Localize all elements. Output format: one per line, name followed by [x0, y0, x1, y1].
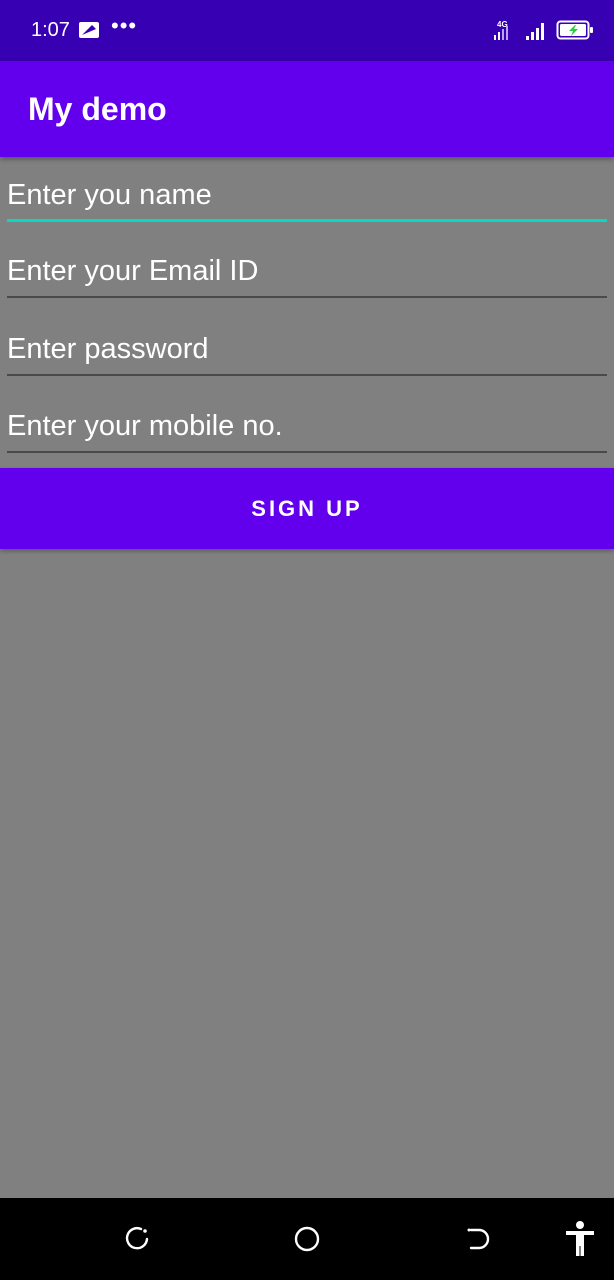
recents-icon: [125, 1227, 149, 1250]
home-button[interactable]: [288, 1220, 326, 1258]
app-bar: My demo: [0, 61, 614, 157]
email-input[interactable]: [7, 236, 607, 298]
accessibility-icon: [566, 1221, 594, 1256]
status-right-group: 4G: [492, 17, 594, 43]
navigation-bar: [0, 1198, 614, 1280]
status-bar: 1:07 ••• 4G: [0, 0, 614, 61]
page-title: My demo: [28, 91, 167, 127]
password-field: [7, 314, 607, 376]
back-button[interactable]: [458, 1220, 496, 1258]
app-screen: 1:07 ••• 4G My demo Enter you name Enter…: [0, 0, 614, 1280]
email-field-underline: [7, 296, 607, 298]
message-icon: [79, 22, 99, 38]
signal-bars-icon: [526, 23, 544, 40]
email-field: [7, 236, 607, 298]
more-notifications-icon: •••: [111, 13, 138, 38]
sign-up-button[interactable]: SIGN UP: [0, 468, 614, 549]
mobile-input[interactable]: [7, 391, 607, 453]
battery-charging-icon: [556, 20, 593, 40]
recents-button[interactable]: [118, 1220, 156, 1258]
accessibility-button[interactable]: [561, 1220, 599, 1258]
status-time: 1:07: [31, 19, 70, 41]
mobile-field: [7, 391, 607, 453]
name-field: [7, 160, 607, 222]
password-input[interactable]: [7, 314, 607, 376]
back-icon: [467, 1228, 490, 1250]
signal-4g-icon: 4G: [494, 20, 508, 40]
mobile-field-underline: [7, 451, 607, 453]
name-field-underline: [7, 219, 607, 222]
password-field-underline: [7, 374, 607, 376]
name-input[interactable]: [7, 160, 607, 222]
home-icon: [294, 1226, 320, 1252]
